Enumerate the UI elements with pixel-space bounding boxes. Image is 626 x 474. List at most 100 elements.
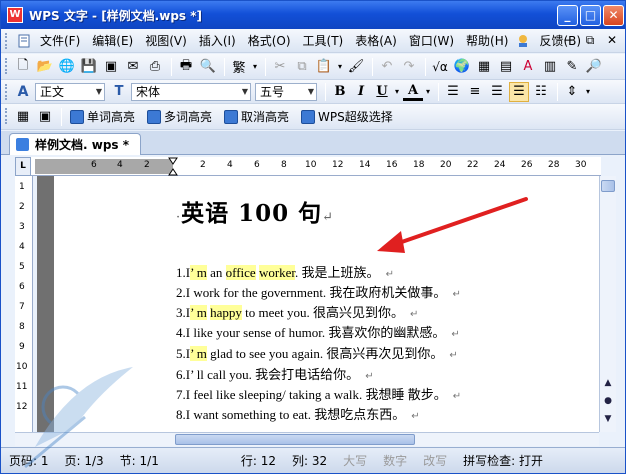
redo-icon[interactable]: ↷ <box>399 57 419 77</box>
align-left-icon[interactable]: ☰ <box>443 82 463 102</box>
table-icon[interactable]: ▦ <box>474 57 494 77</box>
horizontal-scrollbar[interactable] <box>15 432 599 446</box>
chinese-convert-dropdown-icon[interactable]: ▾ <box>251 57 259 77</box>
open-folder-icon[interactable]: 📂 <box>35 57 55 77</box>
zoom-icon[interactable]: 🔎 <box>584 57 604 77</box>
previous-page-icon[interactable]: ▲ <box>601 376 615 390</box>
document-title[interactable]: ·英语 100 句↵ <box>176 194 334 228</box>
format-painter-icon[interactable]: 🖌 <box>346 57 366 77</box>
tab-stop-selector[interactable]: L <box>15 157 31 176</box>
vertical-ruler[interactable]: 1 2 3 4 5 6 7 8 9 10 11 12 <box>15 176 33 432</box>
status-caps[interactable]: 大写 <box>335 452 375 469</box>
doc-minimize-button[interactable]: − <box>559 31 577 49</box>
toolbar-grip[interactable] <box>5 33 8 49</box>
menu-edit[interactable]: 编辑(E) <box>86 31 139 51</box>
spreadsheet-icon[interactable]: ▤ <box>496 57 516 77</box>
underline-button[interactable]: U <box>372 82 392 102</box>
tab-document[interactable]: 样例文档. wps * <box>9 133 141 155</box>
scroll-thumb[interactable] <box>175 434 415 445</box>
text-direction-icon[interactable]: A <box>518 57 538 77</box>
close-button[interactable]: ✕ <box>603 5 624 26</box>
toolbar-grip[interactable] <box>5 58 8 74</box>
save-icon[interactable]: 💾 <box>79 57 99 77</box>
paste-dropdown-icon[interactable]: ▾ <box>336 57 344 77</box>
justify-icon[interactable]: ☰ <box>509 81 529 102</box>
save-as-icon[interactable]: ▣ <box>101 57 121 77</box>
cancel-highlight-label: 取消高亮 <box>241 110 290 124</box>
new-document-icon[interactable]: 🗋 <box>13 57 33 77</box>
style-select[interactable]: 正文 ▼ <box>35 82 105 101</box>
horizontal-ruler[interactable]: 6 4 2 2 4 6 8 10 12 14 16 18 20 22 24 26… <box>15 157 601 176</box>
wps-app-icon[interactable]: W <box>7 7 23 23</box>
bold-button[interactable]: B <box>330 82 350 102</box>
menu-view[interactable]: 视图(V) <box>139 31 193 51</box>
font-select[interactable]: 宋体 ▼ <box>131 82 251 101</box>
hyperlink-icon[interactable]: 🌍 <box>452 57 472 77</box>
menu-file[interactable]: 文件(F) <box>34 31 86 51</box>
columns-icon[interactable]: ▥ <box>540 57 560 77</box>
multi-word-highlight-button[interactable]: 多词高亮 <box>143 107 216 127</box>
document-line-5[interactable]: 5.I’ m glad to see you again. 很高兴再次见到你。 ↵ <box>176 343 458 362</box>
document-line-6[interactable]: 6.I’ ll call you. 我会打电话给你。 ↵ <box>176 364 374 383</box>
paste-icon[interactable]: 📋 <box>314 57 334 77</box>
document-line-8[interactable]: 8.I want something to eat. 我想吃点东西。 ↵ <box>176 404 420 423</box>
menu-format[interactable]: 格式(O) <box>242 31 297 51</box>
plugin-settings-icon[interactable]: ▣ <box>35 107 55 127</box>
document-page[interactable]: ·英语 100 句↵ 1.I’ m an office worker. 我是上班… <box>54 176 599 432</box>
document-line-7[interactable]: 7.I feel like sleeping/ taking a walk. 我… <box>176 384 461 403</box>
open-web-icon[interactable]: 🌐 <box>57 57 77 77</box>
next-page-icon[interactable]: ▼ <box>601 412 615 426</box>
font-color-dropdown-icon[interactable]: ▾ <box>424 82 432 102</box>
menu-tools[interactable]: 工具(T) <box>297 31 350 51</box>
chinese-convert-icon[interactable]: 繁 <box>229 57 249 77</box>
indent-marker-icon[interactable] <box>168 157 178 176</box>
align-right-icon[interactable]: ☰ <box>487 82 507 102</box>
vertical-scrollbar[interactable]: ▲ ● ▼ <box>599 176 616 432</box>
status-num[interactable]: 数字 <box>375 452 415 469</box>
separator <box>372 57 373 76</box>
document-line-4[interactable]: 4.I like your sense of humor. 我喜欢你的幽默感。 ↵ <box>176 322 460 341</box>
menu-window[interactable]: 窗口(W) <box>403 31 460 51</box>
toolbar-grip[interactable] <box>5 108 8 124</box>
line-spacing-icon[interactable]: ⇕ <box>562 82 582 102</box>
doc-close-button[interactable]: ✕ <box>603 31 621 49</box>
cut-icon[interactable]: ✂ <box>270 57 290 77</box>
copy-icon[interactable]: ⧉ <box>292 57 312 77</box>
toolbar-grip[interactable] <box>5 84 8 100</box>
font-color-button[interactable]: A <box>403 83 423 101</box>
print-icon[interactable]: 🖶 <box>176 57 196 77</box>
document-line-1[interactable]: 1.I’ m an office worker. 我是上班族。 ↵ <box>176 262 394 281</box>
send-mail-icon[interactable]: ✉ <box>123 57 143 77</box>
scroll-thumb[interactable] <box>601 180 615 192</box>
print-preview-icon[interactable]: 🔍 <box>198 57 218 77</box>
ruler-number: 6 <box>91 160 97 170</box>
document-line-3[interactable]: 3.I’ m happy to meet you. 很高兴见到你。 ↵ <box>176 302 418 321</box>
undo-icon[interactable]: ↶ <box>377 57 397 77</box>
status-bar: 页码: 1 页: 1/3 节: 1/1 行: 12 列: 32 大写 数字 改写… <box>1 447 625 473</box>
maximize-button[interactable]: □ <box>580 5 601 26</box>
plugin-grid-icon[interactable]: ▦ <box>13 107 33 127</box>
underline-dropdown-icon[interactable]: ▾ <box>393 82 401 102</box>
cancel-highlight-button[interactable]: 取消高亮 <box>220 107 293 127</box>
distributed-align-icon[interactable]: ☷ <box>531 82 551 102</box>
select-browse-object-icon[interactable]: ● <box>601 394 615 408</box>
font-size-select[interactable]: 五号 ▼ <box>255 82 317 101</box>
single-word-highlight-button[interactable]: 单词高亮 <box>66 107 139 127</box>
doc-restore-button[interactable]: ⧉ <box>581 31 599 49</box>
menu-insert[interactable]: 插入(I) <box>193 31 242 51</box>
minimize-button[interactable]: _ <box>557 5 578 26</box>
single-word-highlight-label: 单词高亮 <box>87 110 136 124</box>
super-select-button[interactable]: WPS超级选择 <box>297 107 397 127</box>
align-center-icon[interactable]: ≡ <box>465 82 485 102</box>
document-line-2[interactable]: 2.I work for the government. 我在政府机关做事。 ↵ <box>176 282 461 301</box>
status-spell[interactable]: 拼写检查: 打开 <box>455 452 551 469</box>
export-pdf-icon[interactable]: ⎙ <box>145 57 165 77</box>
ruler-number: 7 <box>19 302 25 312</box>
status-overwrite[interactable]: 改写 <box>415 452 455 469</box>
formula-icon[interactable]: √α <box>430 57 450 77</box>
italic-button[interactable]: I <box>351 82 371 102</box>
menu-table[interactable]: 表格(A) <box>349 31 403 51</box>
menu-help[interactable]: 帮助(H) <box>460 31 514 51</box>
line-spacing-dropdown-icon[interactable]: ▾ <box>584 82 592 102</box>
drawing-icon[interactable]: ✎ <box>562 57 582 77</box>
